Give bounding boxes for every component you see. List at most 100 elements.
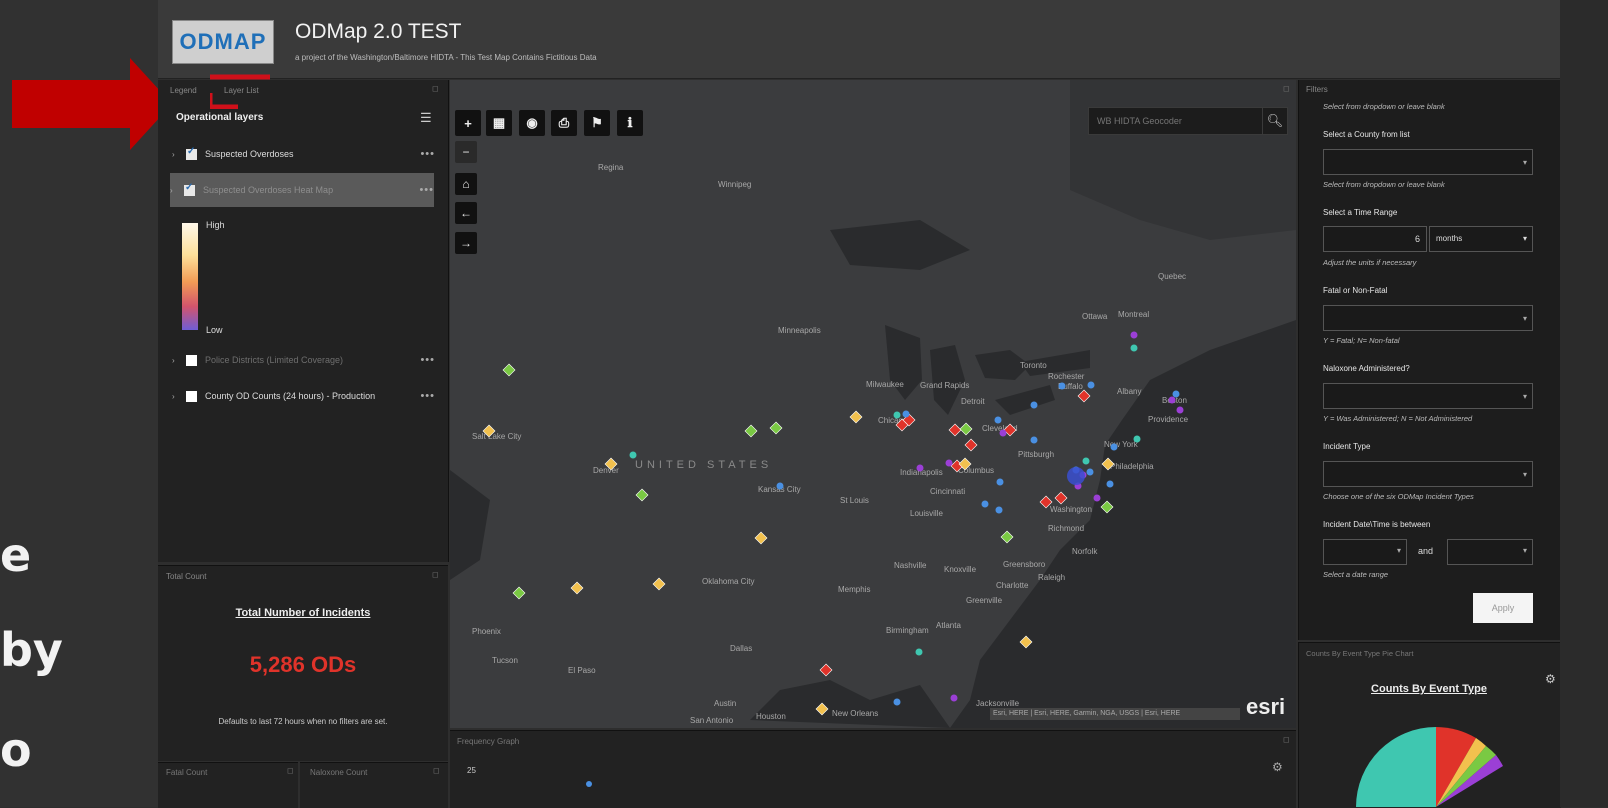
- incident-marker[interactable]: [1082, 457, 1090, 465]
- map-attribution[interactable]: Esri, HERE | Esri, HERE, Garmin, NGA, US…: [990, 708, 1240, 720]
- incident-marker[interactable]: [902, 410, 910, 418]
- incident-marker[interactable]: [849, 410, 863, 424]
- incident-marker[interactable]: [1019, 635, 1033, 649]
- incident-marker[interactable]: [1030, 401, 1038, 409]
- incident-marker[interactable]: [996, 478, 1004, 486]
- date-from-input[interactable]: ▾: [1323, 539, 1407, 565]
- incident-marker[interactable]: [776, 482, 784, 490]
- county-select[interactable]: ▾: [1323, 149, 1533, 175]
- gear-icon[interactable]: ⚙: [1272, 760, 1283, 774]
- expand-caret-icon[interactable]: ›: [172, 356, 178, 365]
- pie-chart[interactable]: [1356, 722, 1516, 807]
- pie-slice[interactable]: [1356, 727, 1436, 807]
- layer-checkbox[interactable]: [186, 390, 197, 402]
- layer-checkbox[interactable]: [186, 146, 197, 160]
- date-to-input[interactable]: ▾: [1447, 539, 1533, 565]
- incident-marker[interactable]: [1077, 389, 1091, 403]
- time-unit-select[interactable]: months ▾: [1429, 226, 1533, 252]
- incident-marker[interactable]: [994, 416, 1002, 424]
- y-axis-tick: 25: [467, 766, 476, 775]
- maximize-icon[interactable]: ◻: [432, 570, 442, 580]
- incident-marker[interactable]: [1106, 480, 1114, 488]
- incident-marker[interactable]: [1110, 443, 1118, 451]
- incident-marker[interactable]: [1087, 381, 1095, 389]
- incident-marker[interactable]: [482, 424, 496, 438]
- expand-caret-icon[interactable]: ›: [170, 186, 176, 195]
- incident-marker[interactable]: [1101, 457, 1115, 471]
- incident-markers[interactable]: [450, 80, 1296, 728]
- fatal-select[interactable]: ▾: [1323, 305, 1533, 331]
- incident-marker[interactable]: [652, 577, 666, 591]
- incident-marker[interactable]: [1176, 406, 1184, 414]
- incident-marker[interactable]: [945, 459, 953, 467]
- incident-marker[interactable]: [1058, 382, 1066, 390]
- incident-marker[interactable]: [754, 531, 768, 545]
- more-options-icon[interactable]: •••: [420, 390, 435, 402]
- heat-legend-gradient: [182, 223, 198, 330]
- maximize-icon[interactable]: ◻: [432, 84, 442, 94]
- incident-marker[interactable]: [916, 464, 924, 472]
- more-options-icon[interactable]: •••: [420, 354, 435, 366]
- time-range-value-input[interactable]: 6: [1323, 226, 1427, 252]
- filter-hint: Adjust the units if necessary: [1323, 258, 1417, 267]
- incident-marker[interactable]: [1172, 390, 1180, 398]
- incident-type-select[interactable]: ▾: [1323, 461, 1533, 487]
- tab-legend[interactable]: Legend: [170, 86, 197, 95]
- incident-marker[interactable]: [1130, 331, 1138, 339]
- more-options-icon[interactable]: •••: [420, 148, 435, 160]
- incident-marker[interactable]: [1133, 435, 1141, 443]
- incident-marker[interactable]: [604, 457, 618, 471]
- incident-marker[interactable]: [959, 422, 973, 436]
- incident-marker[interactable]: [1100, 500, 1114, 514]
- incident-marker[interactable]: [769, 421, 783, 435]
- incident-marker[interactable]: [995, 506, 1003, 514]
- incident-cluster-marker[interactable]: [1067, 467, 1085, 485]
- incident-marker[interactable]: [893, 698, 901, 706]
- incident-marker[interactable]: [950, 694, 958, 702]
- total-count-value: 5,286 ODs: [249, 652, 357, 677]
- layer-row-suspected-overdoses[interactable]: › Suspected Overdoses •••: [172, 139, 435, 169]
- expand-caret-icon[interactable]: ›: [172, 150, 178, 159]
- incident-marker[interactable]: [744, 424, 758, 438]
- incident-marker[interactable]: [964, 438, 978, 452]
- incident-marker[interactable]: [1093, 494, 1101, 502]
- incident-marker[interactable]: [1030, 436, 1038, 444]
- layer-row-heat-map[interactable]: › Suspected Overdoses Heat Map •••: [170, 173, 434, 207]
- incident-marker[interactable]: [893, 411, 901, 419]
- date-and-label: and: [1418, 546, 1434, 556]
- filter-label: Naloxone Administered?: [1323, 364, 1410, 373]
- maximize-icon[interactable]: ◻: [1283, 735, 1293, 745]
- incident-marker[interactable]: [819, 663, 833, 677]
- incident-marker[interactable]: [915, 648, 923, 656]
- incident-marker[interactable]: [635, 488, 649, 502]
- incident-marker[interactable]: [570, 581, 584, 595]
- incident-marker[interactable]: [1086, 468, 1094, 476]
- incident-marker[interactable]: [1054, 491, 1068, 505]
- naloxone-select[interactable]: ▾: [1323, 383, 1533, 409]
- apply-button[interactable]: Apply: [1473, 593, 1533, 623]
- layer-checkbox[interactable]: [184, 182, 195, 196]
- total-count-note: Defaults to last 72 hours when no filter…: [218, 717, 388, 726]
- incident-marker[interactable]: [1130, 344, 1138, 352]
- layer-row-police-districts[interactable]: › Police Districts (Limited Coverage) ••…: [172, 345, 435, 375]
- incident-marker[interactable]: [512, 586, 526, 600]
- incident-marker[interactable]: [1000, 530, 1014, 544]
- incident-marker[interactable]: [999, 429, 1007, 437]
- maximize-icon[interactable]: ◻: [433, 766, 443, 776]
- incident-marker[interactable]: [981, 500, 989, 508]
- expand-caret-icon[interactable]: ›: [172, 392, 178, 401]
- gear-icon[interactable]: ⚙: [1545, 672, 1556, 686]
- incident-marker[interactable]: [948, 423, 962, 437]
- incident-marker[interactable]: [502, 363, 516, 377]
- maximize-icon[interactable]: ◻: [287, 766, 297, 776]
- more-options-icon[interactable]: •••: [419, 184, 434, 196]
- incident-marker[interactable]: [1168, 396, 1176, 404]
- incident-marker[interactable]: [815, 702, 829, 716]
- incident-marker[interactable]: [1039, 495, 1053, 509]
- layer-row-county-od-counts[interactable]: › County OD Counts (24 hours) - Producti…: [172, 381, 435, 411]
- frequency-point: [586, 781, 592, 787]
- incident-marker[interactable]: [629, 451, 637, 459]
- layer-checkbox[interactable]: [186, 354, 197, 366]
- layer-options-icon[interactable]: ☰: [420, 110, 432, 126]
- filter-label: Fatal or Non-Fatal: [1323, 286, 1388, 295]
